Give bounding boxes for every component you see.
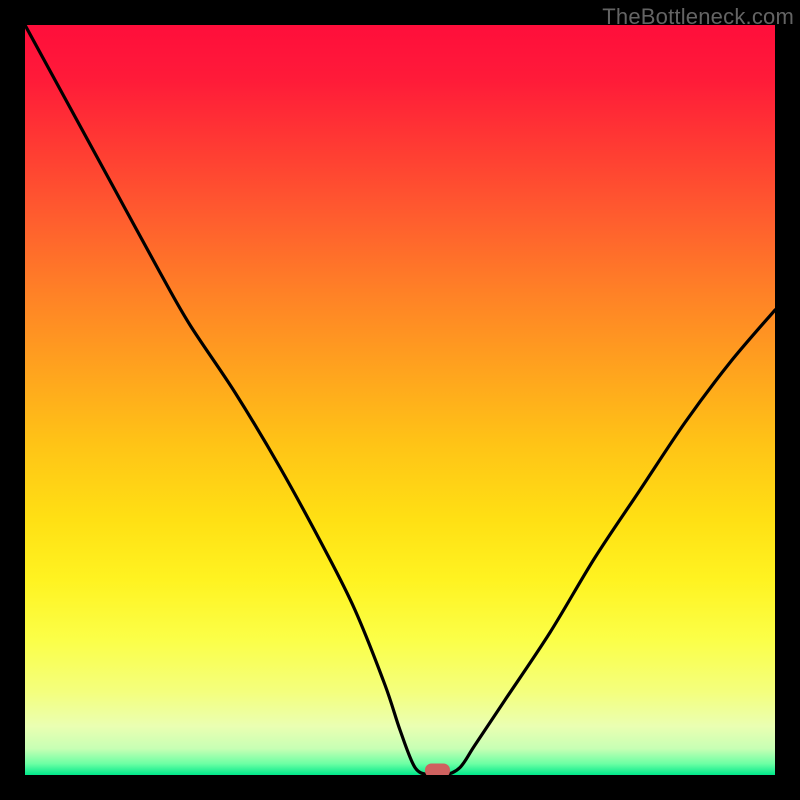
watermark-label: TheBottleneck.com xyxy=(602,4,794,30)
gradient-background xyxy=(25,25,775,775)
chart-frame: TheBottleneck.com xyxy=(0,0,800,800)
bottleneck-chart xyxy=(25,25,775,775)
optimal-point-marker xyxy=(426,764,450,775)
